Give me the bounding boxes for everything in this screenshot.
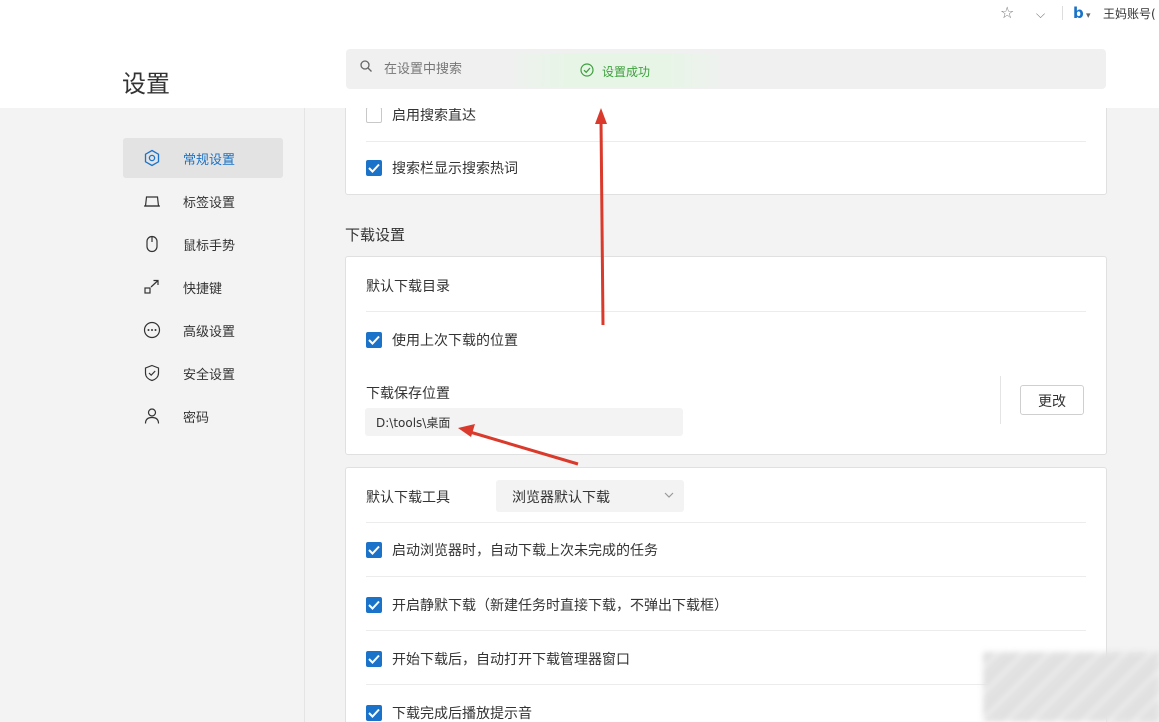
chevron-down-icon[interactable]: ⌵ bbox=[1036, 5, 1045, 23]
download-tool-label: 默认下载工具 bbox=[366, 490, 450, 506]
sidebar-item-mouse-gestures[interactable]: 鼠标手势 bbox=[123, 224, 283, 264]
hexagon-gear-icon bbox=[144, 149, 160, 167]
sidebar-item-label: 密码 bbox=[183, 411, 210, 426]
shortcut-arrow-icon bbox=[144, 279, 159, 294]
checkbox[interactable] bbox=[366, 542, 382, 558]
setting-label: 启用搜索直达 bbox=[392, 108, 476, 124]
setting-label: 搜索栏显示搜索热词 bbox=[392, 161, 518, 177]
section-title-download: 下载设置 bbox=[345, 226, 406, 244]
blurred-watermark bbox=[983, 652, 1159, 722]
divider bbox=[1000, 376, 1001, 424]
setting-row: 启用搜索直达 bbox=[366, 108, 1086, 142]
setting-row: 默认下载目录 bbox=[366, 257, 1086, 312]
more-dots-icon bbox=[143, 321, 161, 339]
chevron-down-icon bbox=[664, 492, 674, 498]
checkbox[interactable] bbox=[366, 332, 382, 348]
default-dir-label: 默认下载目录 bbox=[366, 279, 450, 295]
sidebar-item-passwords[interactable]: 密码 bbox=[123, 396, 283, 436]
settings-search-box[interactable] bbox=[346, 49, 1106, 89]
success-toast: 设置成功 bbox=[514, 53, 720, 87]
checkbox[interactable] bbox=[366, 597, 382, 613]
select-value: 浏览器默认下载 bbox=[512, 490, 610, 506]
sidebar-item-tabs[interactable]: 标签设置 bbox=[123, 181, 283, 221]
setting-label: 下载完成后播放提示音 bbox=[392, 706, 532, 722]
sidebar-item-label: 标签设置 bbox=[183, 196, 236, 211]
setting-label: 开启静默下载（新建任务时直接下载，不弹出下载框） bbox=[392, 598, 728, 614]
shield-icon bbox=[144, 364, 160, 382]
page-title: 设置 bbox=[122, 70, 170, 98]
settings-content: 启用搜索直达 搜索栏显示搜索热词 下载设置 默认下载目录 使用上次下载的位置 下… bbox=[305, 108, 1159, 722]
checkbox[interactable] bbox=[366, 160, 382, 176]
person-icon bbox=[144, 408, 160, 424]
setting-row: 启动浏览器时，自动下载上次未完成的任务 bbox=[366, 522, 1086, 577]
setting-label: 启动浏览器时，自动下载上次未完成的任务 bbox=[392, 543, 658, 559]
checkbox[interactable] bbox=[366, 651, 382, 667]
sidebar-item-label: 快捷键 bbox=[183, 282, 223, 297]
download-tool-select[interactable]: 浏览器默认下载 bbox=[496, 480, 684, 512]
sidebar-item-label: 安全设置 bbox=[183, 368, 236, 383]
toast-text: 设置成功 bbox=[602, 65, 651, 79]
setting-row: 搜索栏显示搜索热词 bbox=[366, 141, 1086, 194]
toolbar-divider bbox=[1062, 6, 1063, 20]
sidebar-item-label: 高级设置 bbox=[183, 325, 236, 340]
checkbox[interactable] bbox=[366, 108, 382, 123]
setting-label: 开始下载后，自动打开下载管理器窗口 bbox=[392, 652, 630, 668]
sidebar-item-label: 常规设置 bbox=[183, 153, 236, 168]
search-settings-card: 启用搜索直达 搜索栏显示搜索热词 bbox=[345, 108, 1107, 195]
setting-row: 开启静默下载（新建任务时直接下载，不弹出下载框） bbox=[366, 576, 1086, 631]
tab-icon bbox=[144, 196, 160, 207]
setting-row: 开始下载后，自动打开下载管理器窗口 bbox=[366, 630, 1086, 685]
save-path-field[interactable]: D:\tools\桌面 bbox=[365, 408, 683, 436]
star-icon[interactable]: ☆ bbox=[1000, 4, 1014, 22]
save-location-label: 下载保存位置 bbox=[366, 386, 450, 402]
account-label[interactable]: 王妈账号( bbox=[1103, 5, 1156, 22]
search-icon bbox=[360, 60, 372, 72]
sidebar-item-advanced[interactable]: 高级设置 bbox=[123, 310, 283, 350]
change-location-button[interactable]: 更改 bbox=[1020, 385, 1084, 415]
setting-row: 使用上次下载的位置 bbox=[366, 311, 1086, 365]
sidebar-item-general[interactable]: 常规设置 bbox=[123, 138, 283, 178]
search-engine-caret-icon[interactable]: ▾ bbox=[1086, 7, 1091, 25]
setting-row: 下载完成后播放提示音 bbox=[366, 684, 1086, 722]
checkbox[interactable] bbox=[366, 705, 382, 721]
setting-label: 使用上次下载的位置 bbox=[392, 333, 518, 349]
sidebar-item-shortcuts[interactable]: 快捷键 bbox=[123, 267, 283, 307]
search-engine-icon[interactable]: b bbox=[1073, 4, 1084, 22]
browser-toolbar: ☆ ⌵ b ▾ 王妈账号( bbox=[0, 0, 1159, 29]
check-circle-icon bbox=[580, 63, 594, 77]
sidebar-item-label: 鼠标手势 bbox=[183, 239, 236, 254]
setting-row: 默认下载工具 浏览器默认下载 bbox=[366, 468, 1086, 523]
sidebar-item-security[interactable]: 安全设置 bbox=[123, 353, 283, 393]
save-path-text: D:\tools\桌面 bbox=[376, 416, 451, 430]
mouse-icon bbox=[146, 235, 158, 253]
